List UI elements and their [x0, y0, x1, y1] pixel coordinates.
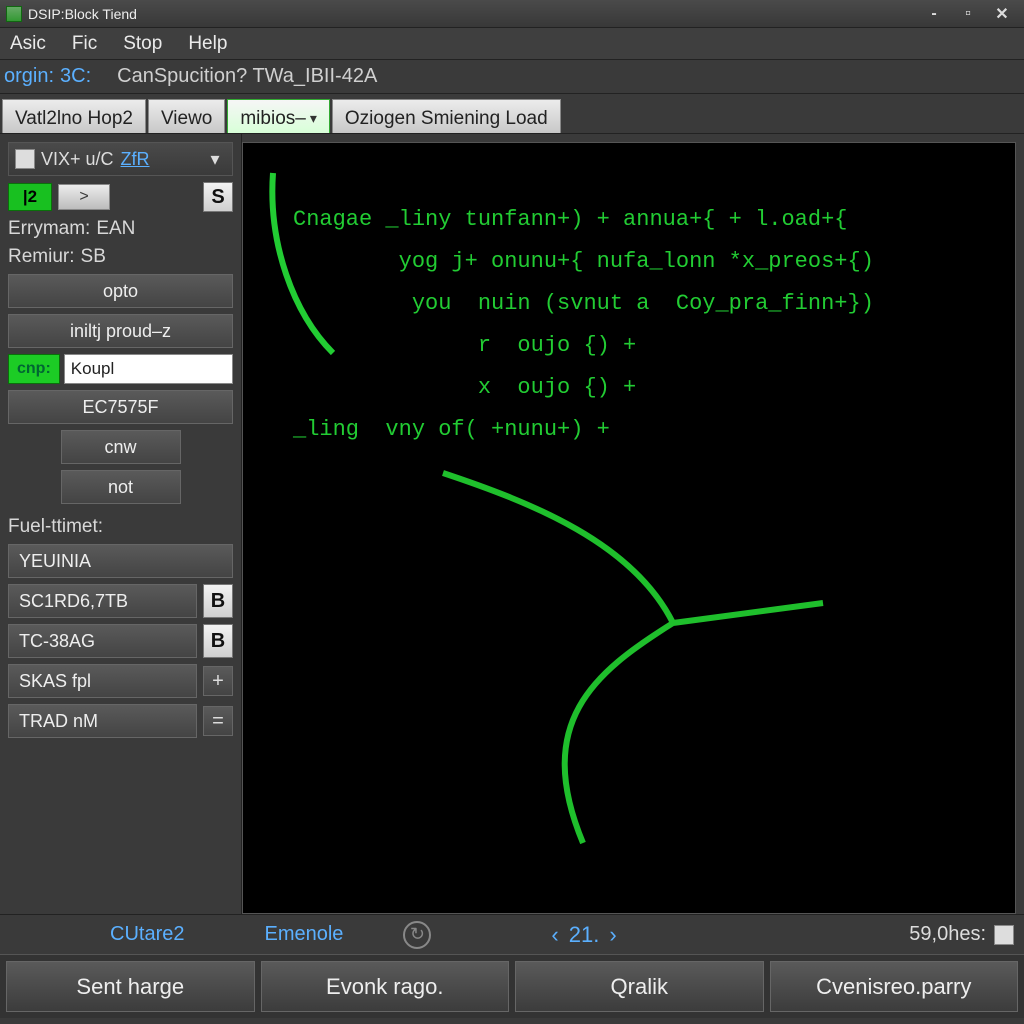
prev-icon[interactable]: ‹: [551, 922, 558, 948]
menu-stop[interactable]: Stop: [123, 33, 162, 55]
errymam-row: Errymam: EAN: [8, 218, 233, 240]
sidebar-checkbox[interactable]: [15, 149, 35, 169]
window-controls: - ▫ ✕: [922, 5, 1014, 23]
iniltj-button[interactable]: iniltj proud–z: [8, 314, 233, 348]
status-nav: ‹ 21. ›: [551, 922, 616, 948]
menu-asic[interactable]: Asic: [10, 33, 46, 55]
info-label: orgin:: [4, 65, 54, 88]
num-badge[interactable]: |2: [8, 183, 52, 211]
fuel-label: Fuel-ttimet:: [8, 516, 233, 538]
cvenisreo-button[interactable]: Cvenisreo.parry: [770, 961, 1019, 1012]
status-cutare[interactable]: CUtare2: [110, 923, 184, 946]
sidebar-header: VIX+ u/C ZfR ▾: [8, 142, 233, 176]
curve-glyph-2: [413, 443, 833, 868]
opto-button[interactable]: opto: [8, 274, 233, 308]
workspace: VIX+ u/C ZfR ▾ |2 > S Errymam: EAN Remiu…: [0, 134, 1024, 914]
curve-glyph-1: [263, 163, 353, 368]
sent-harge-button[interactable]: Sent harge: [6, 961, 255, 1012]
sidebar-num-row: |2 > S: [8, 182, 233, 212]
status-bar: CUtare2 Emenole ↻ ‹ 21. › 59,0hes:: [0, 914, 1024, 954]
list-skas[interactable]: SKAS fpl: [8, 664, 197, 698]
info-val1: 3C:: [60, 65, 91, 88]
filter-icon[interactable]: ▾: [202, 146, 228, 172]
not-button[interactable]: not: [61, 470, 181, 504]
list-sc[interactable]: SC1RD6,7TB: [8, 584, 197, 618]
qralik-button[interactable]: Qralik: [515, 961, 764, 1012]
remiur-label: Remiur:: [8, 246, 75, 268]
menu-help[interactable]: Help: [188, 33, 227, 55]
cnp-input[interactable]: Koupl: [64, 354, 233, 384]
arrow-button[interactable]: >: [58, 184, 110, 210]
remiur-value: SB: [81, 246, 106, 268]
tab-viewo[interactable]: Viewo: [148, 99, 225, 133]
status-emenole[interactable]: Emenole: [264, 923, 343, 946]
bottom-bar: Sent harge Evonk rago. Qralik Cvenisreo.…: [0, 954, 1024, 1018]
window-title: DSIP:Block Tiend: [28, 6, 922, 22]
evonk-rago-button[interactable]: Evonk rago.: [261, 961, 510, 1012]
cnp-row: cnp: Koupl: [8, 354, 233, 384]
titlebar: DSIP:Block Tiend - ▫ ✕: [0, 0, 1024, 28]
status-checkbox[interactable]: [994, 925, 1014, 945]
maximize-button[interactable]: ▫: [956, 5, 980, 23]
tab-row: Vatl2lno Hop2 Viewo mibios–▾ Oziogen Smi…: [0, 94, 1024, 134]
remiur-row: Remiur: SB: [8, 246, 233, 268]
status-right: 59,0hes:: [909, 923, 1014, 946]
info-row: orgin: 3C: CanSpucition? TWa_IBII-42A: [0, 60, 1024, 94]
list-yeuinia[interactable]: YEUINIA: [8, 544, 233, 578]
sidebar-header-label: VIX+ u/C ZfR: [41, 149, 202, 170]
refresh-icon[interactable]: ↻: [403, 921, 431, 949]
cnw-button[interactable]: cnw: [61, 430, 181, 464]
sc-b-button[interactable]: B: [203, 584, 233, 618]
next-icon[interactable]: ›: [609, 922, 616, 948]
errymam-label: Errymam:: [8, 218, 90, 240]
app-icon: [6, 6, 22, 22]
s-button[interactable]: S: [203, 182, 233, 212]
info-val2: CanSpucition? TWa_IBII-42A: [117, 65, 377, 88]
terminal-area[interactable]: Cnagae _liny tunfann+) + annua+{ + l.oad…: [242, 142, 1016, 914]
minimize-button[interactable]: -: [922, 5, 946, 23]
tc-b-button[interactable]: B: [203, 624, 233, 658]
list-tc[interactable]: TC-38AG: [8, 624, 197, 658]
tab-oziogen[interactable]: Oziogen Smiening Load: [332, 99, 561, 133]
ec-button[interactable]: EC7575F: [8, 390, 233, 424]
tab-vatl2lno[interactable]: Vatl2lno Hop2: [2, 99, 146, 133]
cnp-badge: cnp:: [8, 354, 60, 384]
close-button[interactable]: ✕: [990, 5, 1014, 23]
menubar: Asic Fic Stop Help: [0, 28, 1024, 60]
chevron-down-icon: ▾: [310, 110, 317, 127]
list-trad[interactable]: TRAD nM: [8, 704, 197, 738]
tab-mibios[interactable]: mibios–▾: [227, 99, 330, 133]
status-right-value: 59,0hes:: [909, 923, 986, 946]
errymam-value: EAN: [96, 218, 135, 240]
equals-button[interactable]: =: [203, 706, 233, 736]
page-number: 21.: [569, 922, 600, 948]
menu-fic[interactable]: Fic: [72, 33, 97, 55]
plus-button[interactable]: +: [203, 666, 233, 696]
sidebar: VIX+ u/C ZfR ▾ |2 > S Errymam: EAN Remiu…: [0, 134, 242, 914]
